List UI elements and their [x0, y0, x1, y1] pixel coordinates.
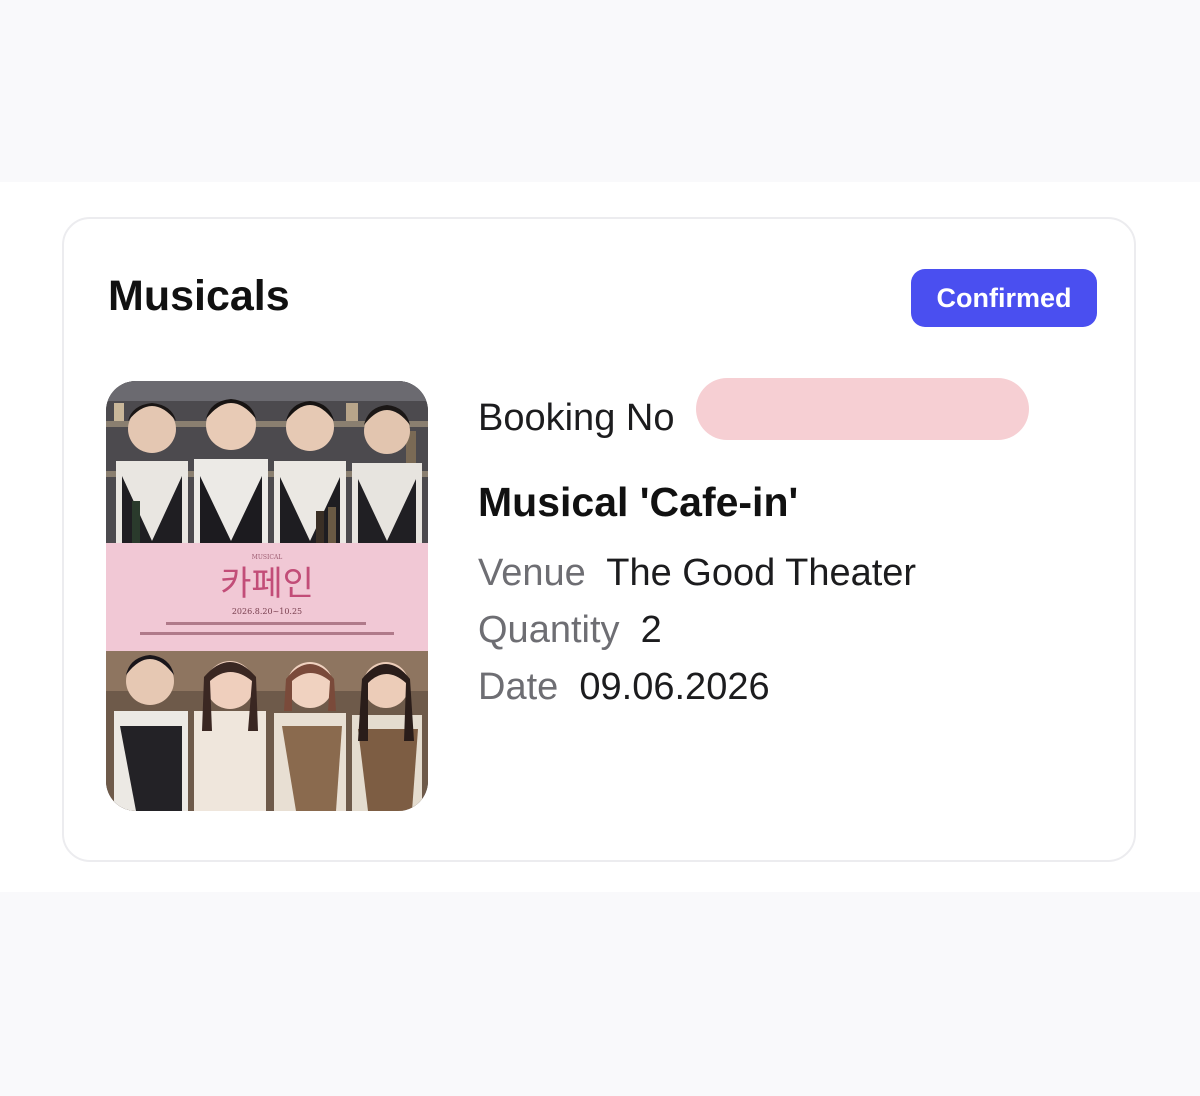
booking-number-redaction: [696, 378, 1029, 440]
booking-number-label: Booking No: [478, 397, 675, 439]
venue-label: Venue: [478, 552, 586, 594]
quantity-label: Quantity: [478, 609, 620, 651]
poster-title: 카페인: [220, 564, 314, 604]
date-label: Date: [478, 666, 559, 708]
event-title: Musical 'Cafe-in': [478, 479, 799, 525]
category-title: Musicals: [108, 272, 290, 320]
quantity-row: Quantity 2: [478, 605, 662, 655]
show-poster-image[interactable]: MUSICAL 카페인 2026.8.20~10.25: [106, 381, 428, 811]
top-background: [0, 0, 1200, 182]
quantity-value: 2: [640, 609, 662, 651]
booking-card[interactable]: Musicals Confirmed MUSICAL 카페인 2026.8.20…: [62, 217, 1136, 862]
booking-number-row: Booking No: [478, 378, 1029, 443]
poster-small-label: MUSICAL: [252, 554, 283, 561]
poster-figure: [194, 661, 266, 811]
venue-row: Venue The Good Theater: [478, 548, 916, 598]
venue-value: The Good Theater: [606, 552, 917, 594]
poster-dates: 2026.8.20~10.25: [232, 607, 302, 616]
status-badge: Confirmed: [911, 269, 1097, 327]
date-row: Date 09.06.2026: [478, 662, 770, 712]
date-value: 09.06.2026: [579, 666, 770, 708]
